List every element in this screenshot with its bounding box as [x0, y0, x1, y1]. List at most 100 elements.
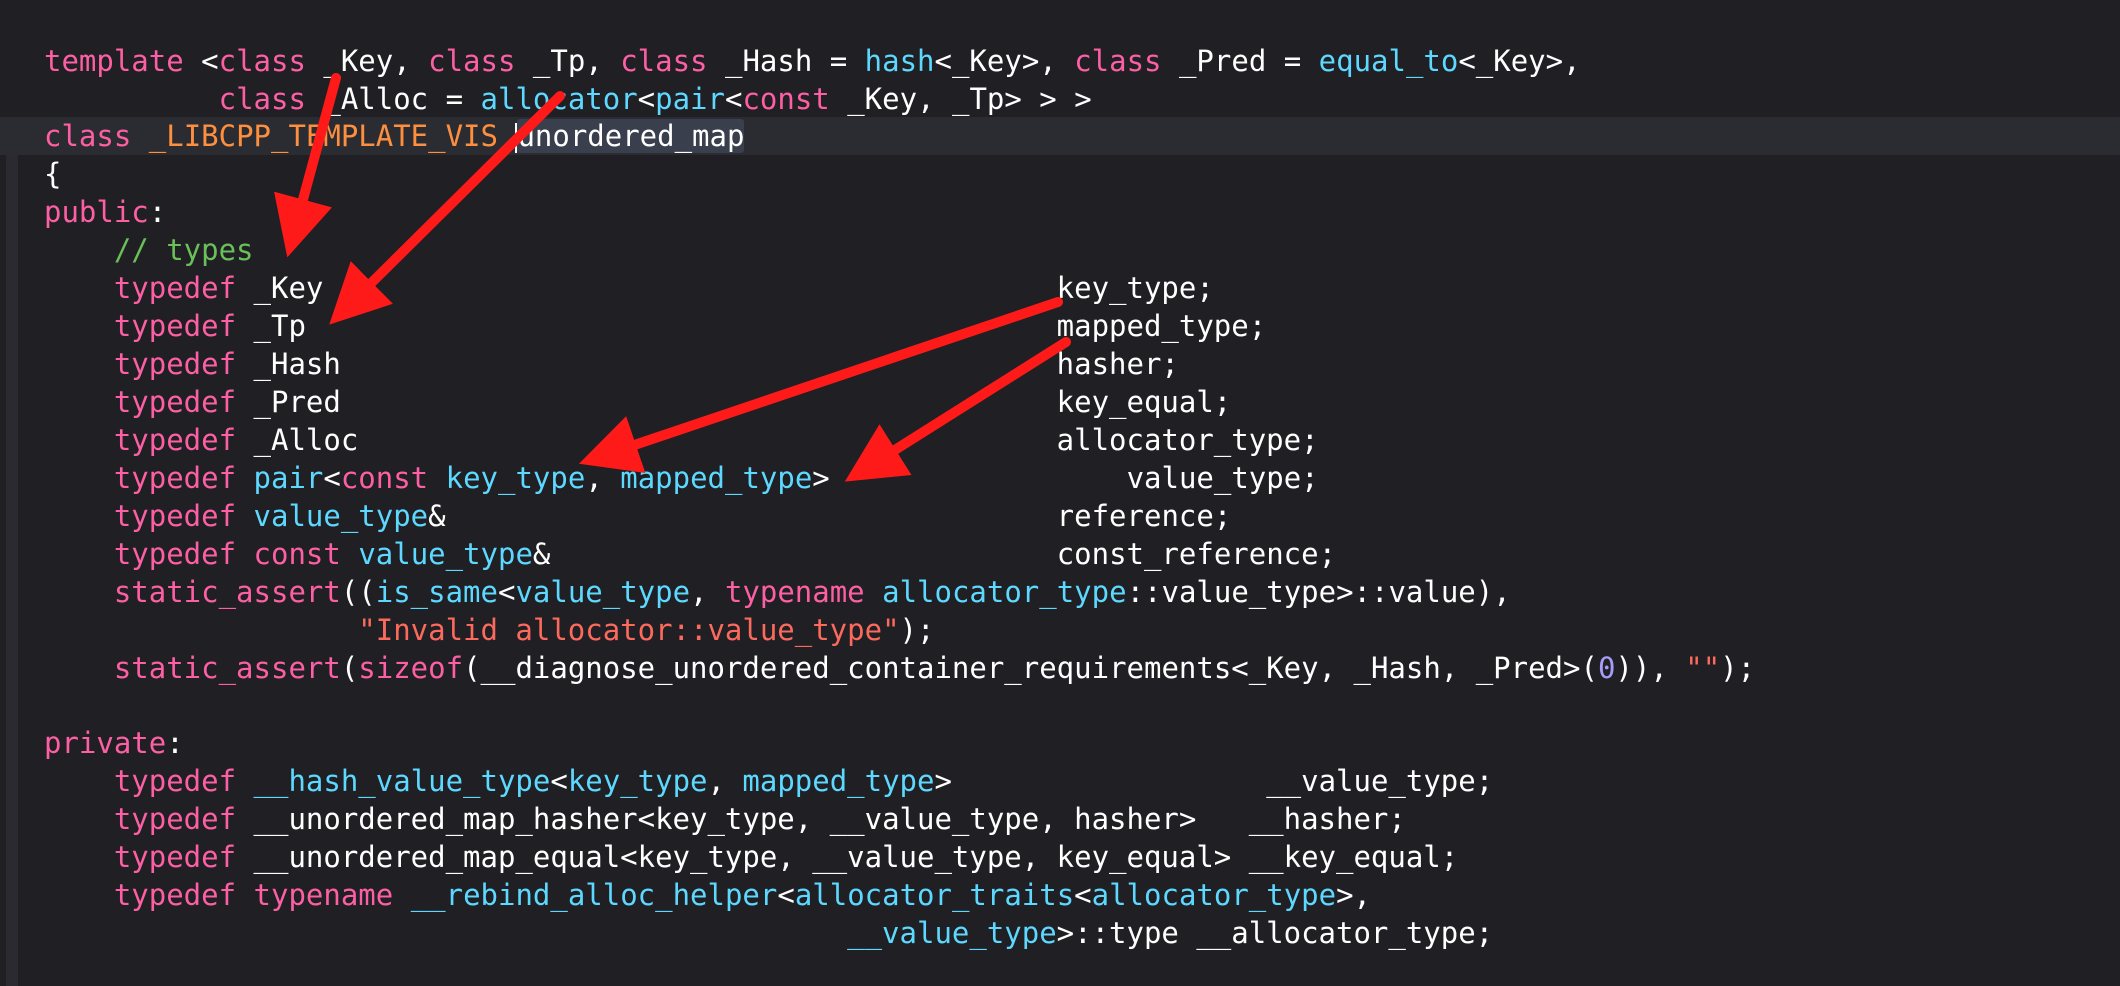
code-line[interactable]: {	[44, 155, 61, 193]
code-token: <	[1074, 878, 1092, 912]
code-token: mapped_type	[620, 461, 813, 495]
code-token: class	[428, 44, 516, 78]
code-token: _Pred =	[1161, 44, 1319, 78]
code-token: ::value_type>::value),	[1126, 575, 1511, 609]
code-token: ""	[1685, 651, 1721, 685]
code-token: typedef	[113, 802, 237, 836]
code-token: typename	[253, 878, 394, 912]
code-token: 0	[1597, 651, 1616, 685]
code-token: _Hash =	[707, 44, 865, 78]
code-line[interactable]: template <class _Key, class _Tp, class _…	[44, 42, 1581, 80]
code-token: class	[1074, 44, 1162, 78]
code-line[interactable]: typedef _Tp mapped_type;	[44, 307, 1266, 345]
code-fold-gutter	[6, 154, 18, 986]
code-token: )),	[1615, 651, 1686, 685]
code-token: :	[166, 726, 184, 760]
code-token: ,	[690, 575, 725, 609]
code-line[interactable]: typedef _Alloc allocator_type;	[44, 421, 1319, 459]
code-token: typedef	[113, 423, 237, 457]
code-token: class	[44, 119, 132, 153]
code-token: <_Key>,	[934, 44, 1075, 78]
code-token: value_type	[358, 537, 533, 571]
code-token: typedef	[113, 347, 237, 381]
code-line[interactable]: typedef __unordered_map_hasher<key_type,…	[44, 800, 1406, 838]
code-token: (	[340, 651, 359, 685]
code-line[interactable]: typedef __unordered_map_equal<key_type, …	[44, 838, 1458, 876]
code-token: > value_type;	[812, 461, 1319, 495]
code-line[interactable]: static_assert(sizeof(__diagnose_unordere…	[44, 649, 1755, 687]
code-token: <	[777, 878, 795, 912]
code-token: typedef	[113, 840, 237, 874]
code-token: typedef	[113, 764, 237, 798]
code-line[interactable]: public:	[44, 193, 166, 231]
code-token: const	[253, 537, 341, 571]
code-line[interactable]: typedef value_type& reference;	[44, 497, 1231, 535]
code-line[interactable]: typedef pair<const key_type, mapped_type…	[44, 459, 1319, 497]
code-token: (__diagnose_unordered_container_requirem…	[463, 651, 1598, 685]
code-token: typedef	[113, 385, 237, 419]
code-token: ((	[340, 575, 376, 609]
code-line[interactable]: typedef const value_type& const_referenc…	[44, 535, 1336, 573]
code-editor[interactable]: template <class _Key, class _Tp, class _…	[0, 0, 2120, 986]
code-line[interactable]: // types	[44, 231, 254, 269]
code-token: _Pred key_equal;	[236, 385, 1232, 419]
code-token: const	[742, 82, 830, 116]
code-line[interactable]: typedef _Hash hasher;	[44, 345, 1179, 383]
code-token: <	[183, 44, 219, 78]
code-token: <	[323, 461, 341, 495]
code-line[interactable]: typedef _Key key_type;	[44, 269, 1214, 307]
code-token: // types	[113, 233, 254, 267]
code-token: allocator_traits	[794, 878, 1075, 912]
code-token: _Alloc allocator_type;	[236, 423, 1319, 457]
code-token: class	[218, 44, 306, 78]
code-token: _Key key_type;	[236, 271, 1214, 305]
code-token: value_type	[253, 499, 429, 533]
code-token: typename	[724, 575, 865, 609]
code-token: >::type __allocator_type;	[1056, 916, 1494, 950]
code-token: & reference;	[428, 499, 1232, 533]
code-line[interactable]: typedef typename __rebind_alloc_helper<a…	[44, 876, 1371, 914]
code-token: _Alloc =	[305, 82, 481, 116]
code-line[interactable]: class _Alloc = allocator<pair<const _Key…	[44, 80, 1092, 118]
code-token: static_assert	[113, 651, 341, 685]
code-token: );	[1720, 651, 1756, 685]
code-token: hash	[864, 44, 935, 78]
code-token: template	[44, 44, 184, 78]
code-line[interactable]: static_assert((is_same<value_type, typen…	[44, 573, 1511, 611]
code-line[interactable]: "Invalid allocator::value_type");	[44, 611, 934, 649]
code-token: _Key, _Tp> > >	[829, 82, 1092, 116]
code-token: >,	[1336, 878, 1371, 912]
code-line[interactable]: class _LIBCPP_TEMPLATE_VIS unordered_map	[0, 117, 2120, 155]
code-token: _Tp,	[515, 44, 621, 78]
code-token: typedef	[113, 309, 237, 343]
code-token: typedef	[113, 878, 237, 912]
code-token: is_same	[375, 575, 498, 609]
code-token: {	[44, 157, 62, 191]
code-token: static_assert	[113, 575, 341, 609]
code-token: __unordered_map_equal<key_type, __value_…	[236, 840, 1459, 874]
code-line[interactable]: __value_type>::type __allocator_type;	[44, 914, 1493, 952]
code-token: key_type	[567, 764, 708, 798]
code-token: equal_to	[1318, 44, 1459, 78]
code-line[interactable]: typedef __hash_value_type<key_type, mapp…	[44, 762, 1493, 800]
code-token: ,	[707, 764, 743, 798]
code-line[interactable]: private:	[44, 724, 184, 762]
code-token: & const_reference;	[532, 537, 1337, 571]
code-token: <	[497, 575, 516, 609]
code-line[interactable]: typedef _Pred key_equal;	[44, 383, 1231, 421]
code-token: <	[637, 82, 656, 116]
